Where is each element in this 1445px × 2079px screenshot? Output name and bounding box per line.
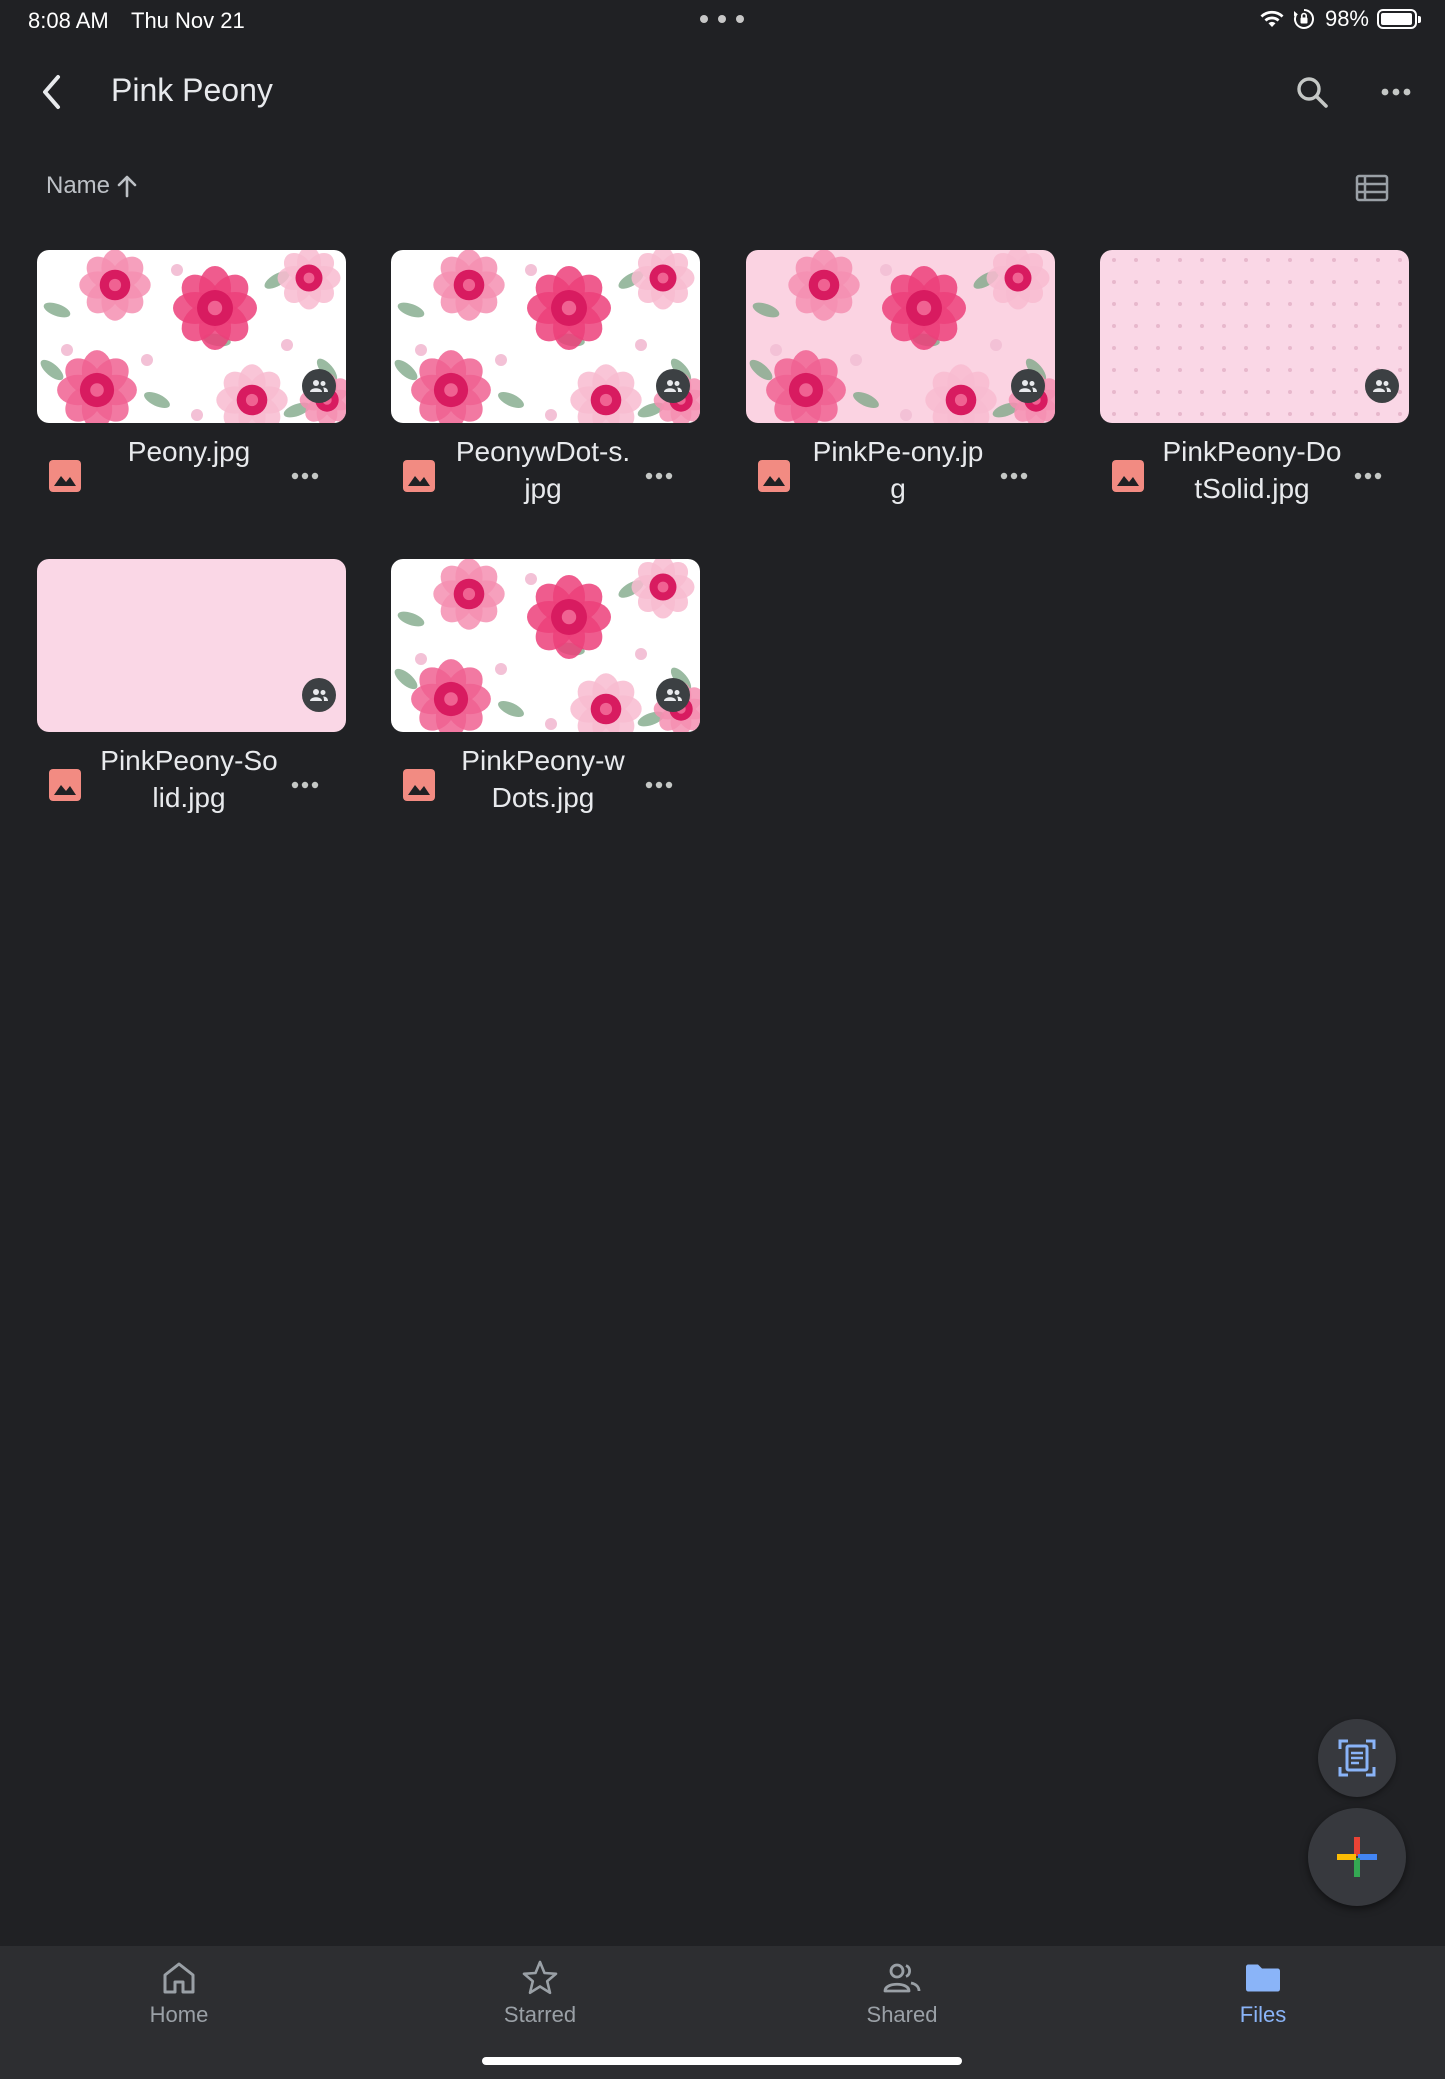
file-tile[interactable]: PinkPeony-DotSolid.jpg (1100, 250, 1409, 520)
app-header: Pink Peony (0, 44, 1445, 140)
image-file-icon (758, 460, 790, 492)
sort-label: Name (46, 172, 111, 199)
people-icon (883, 1963, 921, 1993)
plus-multicolor-icon (1337, 1837, 1377, 1877)
file-name: Peony.jpg (127, 436, 251, 467)
document-scan-icon (1338, 1739, 1376, 1777)
file-thumbnail (1100, 250, 1409, 423)
file-tile[interactable]: PinkPe-ony.jpg (746, 250, 1055, 520)
file-more-button[interactable] (639, 768, 679, 802)
search-button[interactable] (1290, 70, 1334, 114)
chevron-left-icon (43, 75, 60, 109)
image-file-icon (403, 769, 435, 801)
file-name: PinkPe-ony.jpg (812, 436, 984, 504)
nav-label: Shared (866, 2002, 938, 2027)
battery-icon (1377, 9, 1421, 29)
file-tile[interactable]: PinkPeony-Solid.jpg (37, 559, 346, 829)
file-more-button[interactable] (994, 459, 1034, 493)
more-horizontal-icon (1381, 88, 1411, 96)
file-more-button[interactable] (639, 459, 679, 493)
shared-icon (302, 369, 336, 403)
page-title: Pink Peony (111, 72, 273, 108)
shared-icon (656, 678, 690, 712)
status-time: 8:08 AM (28, 8, 109, 33)
file-thumbnail (37, 250, 346, 423)
file-more-button[interactable] (285, 459, 325, 493)
image-file-icon (49, 769, 81, 801)
more-options-button[interactable] (1374, 70, 1418, 114)
star-icon (522, 1960, 558, 1995)
shared-icon (1365, 369, 1399, 403)
home-icon (163, 1962, 195, 1994)
shared-icon (1011, 369, 1045, 403)
image-file-icon (403, 460, 435, 492)
back-button[interactable] (30, 70, 74, 114)
file-tile[interactable]: Peony.jpg (37, 250, 346, 520)
search-icon (1297, 77, 1328, 108)
home-indicator[interactable] (482, 2057, 962, 2065)
file-thumbnail (37, 559, 346, 732)
file-tile[interactable]: PinkPeony-wDots.jpg (391, 559, 700, 829)
folder-icon (1246, 1964, 1280, 1992)
file-more-button[interactable] (285, 768, 325, 802)
multitasking-dots-icon[interactable] (700, 15, 744, 25)
file-thumbnail (391, 250, 700, 423)
image-file-icon (49, 460, 81, 492)
file-thumbnail (746, 250, 1055, 423)
orientation-lock-icon (1293, 9, 1314, 29)
list-view-icon (1355, 174, 1389, 202)
shared-icon (656, 369, 690, 403)
nav-home[interactable]: Home (79, 1958, 279, 2038)
status-indicators: 98% (1259, 6, 1421, 32)
file-thumbnail (391, 559, 700, 732)
wifi-icon (1260, 10, 1284, 27)
shared-icon (302, 678, 336, 712)
nav-label: Home (149, 2002, 209, 2027)
file-name: PinkPeony-Solid.jpg (100, 745, 278, 813)
status-bar: 8:08 AM Thu Nov 21 98% (0, 0, 1445, 44)
file-name: PinkPeony-DotSolid.jpg (1162, 436, 1342, 504)
file-more-button[interactable] (1348, 459, 1388, 493)
file-tile[interactable]: PeonywDot-s.jpg (391, 250, 700, 520)
nav-label: Files (1239, 2002, 1287, 2027)
image-file-icon (1112, 460, 1144, 492)
nav-files[interactable]: Files (1163, 1958, 1363, 2038)
file-name: PinkPeony-wDots.jpg (461, 745, 625, 813)
arrow-up-icon (117, 175, 137, 198)
nav-shared[interactable]: Shared (802, 1958, 1002, 2038)
sort-by-name-button[interactable]: Name (46, 172, 138, 200)
scan-document-button[interactable] (1318, 1719, 1396, 1797)
file-name: PeonywDot-s.jpg (455, 436, 631, 504)
nav-starred[interactable]: Starred (440, 1958, 640, 2038)
nav-label: Starred (503, 2002, 577, 2027)
sort-row: Name (0, 160, 1445, 216)
battery-percent: 98% (1324, 6, 1369, 31)
list-view-toggle[interactable] (1350, 166, 1394, 210)
new-item-button[interactable] (1308, 1808, 1406, 1906)
status-date: Thu Nov 21 (131, 8, 245, 33)
